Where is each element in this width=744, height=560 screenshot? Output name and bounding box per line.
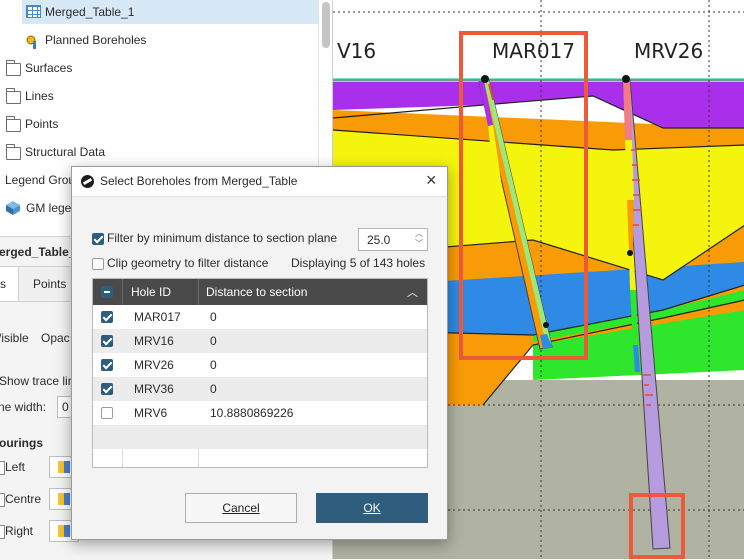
ok-button[interactable]: OK [316, 493, 428, 523]
table-row[interactable]: MRV36 0 [93, 377, 427, 401]
borehole-label: MRV26 [634, 39, 704, 63]
clip-geometry-checkbox[interactable] [92, 258, 104, 270]
dialog-title: Select Boreholes from Merged_Table [100, 174, 298, 188]
table-row[interactable]: MRV6 10.8880869226 [93, 401, 427, 425]
tree-item-label: Surfaces [25, 61, 73, 75]
header-separator [198, 279, 199, 305]
header-separator [122, 279, 123, 305]
centre-label: Centre [5, 492, 42, 506]
distance-cell: 10.8880869226 [210, 406, 294, 420]
distance-cell: 0 [210, 310, 217, 324]
folder-icon [6, 88, 21, 104]
tab-label: s [0, 277, 6, 291]
table-row[interactable]: MRV26 0 [93, 353, 427, 377]
tree-item-label: Lines [25, 89, 54, 103]
boreholes-table: Hole ID Distance to section ︿ MAR017 0 M… [92, 278, 428, 468]
tab-points[interactable]: Points ▾ [33, 277, 76, 291]
table-row[interactable]: MRV16 0 [93, 329, 427, 353]
filter-distance-spinbox[interactable]: 25.0 ︿ ﹀ [358, 228, 428, 251]
row-checkbox[interactable] [101, 311, 113, 323]
tree-item-label: Points [25, 117, 59, 131]
column-header-hole-id[interactable]: Hole ID [131, 279, 171, 305]
distance-cell: 0 [210, 358, 217, 372]
table-row-empty [93, 425, 427, 449]
close-icon[interactable]: × [426, 170, 437, 191]
distance-cell: 0 [210, 382, 217, 396]
dialog-title-bar[interactable]: Select Boreholes from Merged_Table × [72, 167, 447, 197]
tree-item-label: Legend Grou [5, 173, 76, 187]
column-header-distance[interactable]: Distance to section [206, 279, 307, 305]
clip-geometry-label[interactable]: Clip geometry to filter distance [107, 256, 268, 270]
planned-borehole-icon [26, 33, 40, 49]
hole-id-cell: MRV6 [134, 406, 168, 420]
table-header: Hole ID Distance to section ︿ [93, 279, 427, 305]
app-logo-icon [81, 175, 94, 188]
borehole-label: V16 [337, 39, 377, 63]
hole-id-cell: MRV26 [134, 358, 174, 372]
left-label: Left [5, 460, 26, 474]
hole-id-cell: MRV36 [134, 382, 174, 396]
select-boreholes-dialog: Select Boreholes from Merged_Table × Fil… [71, 166, 448, 540]
tree-item-label: GM lege [26, 201, 72, 215]
status-text: Displaying 5 of 143 holes [291, 256, 426, 270]
tree-item-label: Merged_Table_1 [45, 5, 135, 19]
filter-distance-value: 25.0 [367, 233, 391, 247]
properties-title: erged_Table_ [0, 245, 76, 259]
borehole-label: MAR017 [492, 39, 576, 63]
row-checkbox[interactable] [101, 383, 113, 395]
folder-icon [6, 144, 21, 160]
spin-down-icon[interactable]: ﹀ [415, 238, 423, 249]
table-icon [26, 5, 41, 18]
tree-item-label: Structural Data [25, 145, 106, 159]
distance-cell: 0 [210, 334, 217, 348]
row-checkbox[interactable] [101, 359, 113, 371]
show-trace-label[interactable]: Show trace lin [0, 374, 74, 388]
tab-general[interactable]: s [0, 267, 19, 301]
visible-label[interactable]: /isible [0, 331, 29, 345]
tab-label: Points [33, 277, 70, 291]
table-row[interactable]: MAR017 0 [93, 305, 427, 329]
folder-icon [6, 60, 21, 76]
line-width-label: ne width: [0, 400, 47, 414]
select-all-checkbox[interactable] [101, 286, 113, 298]
sort-ascending-icon[interactable]: ︿ [407, 284, 418, 300]
filter-distance-checkbox[interactable] [92, 233, 104, 245]
gm-legend-icon [5, 200, 21, 216]
folder-icon [6, 116, 21, 132]
row-checkbox[interactable] [101, 335, 113, 347]
colourings-heading: ourings [0, 436, 43, 450]
hole-id-cell: MRV16 [134, 334, 174, 348]
filter-distance-label[interactable]: Filter by minimum distance to section pl… [107, 231, 337, 245]
scrollbar-thumb[interactable] [322, 2, 330, 48]
tree-item-merged-table[interactable]: Merged_Table_1 [22, 0, 318, 24]
cancel-button[interactable]: Cancel [185, 493, 297, 523]
row-checkbox[interactable] [101, 407, 113, 419]
tree-item-label: Planned Boreholes [45, 33, 147, 47]
right-label: Right [5, 524, 34, 538]
hole-id-cell: MAR017 [134, 310, 181, 324]
opacity-label: Opac [41, 331, 70, 345]
